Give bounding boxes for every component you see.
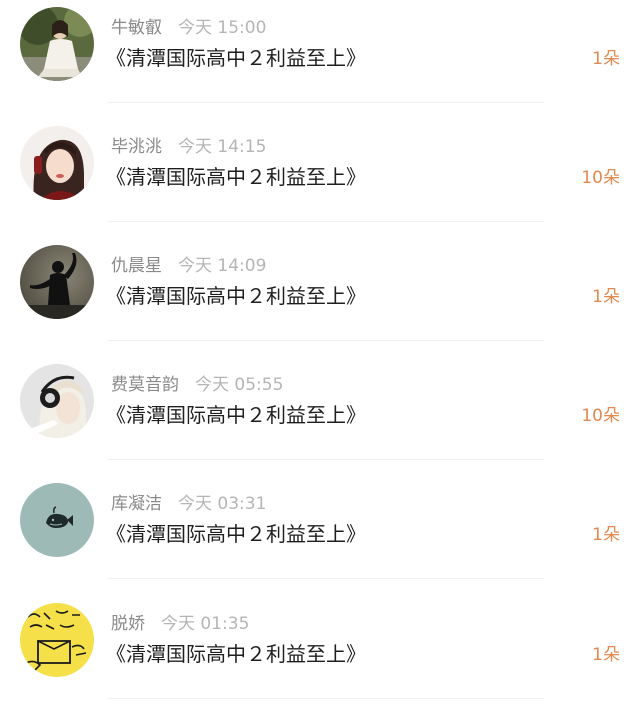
avatar-silhouette-dancer-icon[interactable] (20, 245, 94, 319)
timestamp: 今天 14:09 (178, 256, 267, 276)
gift-amount: 10朵 (581, 168, 620, 188)
book-title[interactable]: 《清潭国际高中２利益至上》 (106, 520, 366, 548)
divider (108, 459, 544, 460)
gift-amount: 1朵 (592, 287, 620, 307)
gift-record-list: 牛敏叡 今天 15:00 《清潭国际高中２利益至上》 1朵 毕洮洮 今天 14:15… (0, 0, 640, 715)
timestamp: 今天 05:55 (195, 375, 284, 395)
user-name[interactable]: 脱娇 (111, 614, 145, 634)
divider (108, 578, 544, 579)
avatar-woman-selfie-icon[interactable] (20, 126, 94, 200)
gift-amount: 1朵 (592, 49, 620, 69)
book-title[interactable]: 《清潭国际高中２利益至上》 (106, 44, 366, 72)
divider (108, 221, 544, 222)
avatar-headphones-girl-icon[interactable] (20, 364, 94, 438)
user-name[interactable]: 毕洮洮 (111, 137, 162, 157)
divider (108, 102, 544, 103)
book-title[interactable]: 《清潭国际高中２利益至上》 (106, 163, 366, 191)
avatar-whale-teal-icon[interactable] (20, 483, 94, 557)
list-item[interactable]: 牛敏叡 今天 15:00 《清潭国际高中２利益至上》 1朵 (0, 0, 640, 119)
timestamp: 今天 01:35 (161, 614, 250, 634)
user-name[interactable]: 仇晨星 (111, 256, 162, 276)
item-meta: 仇晨星 今天 14:09 (111, 254, 266, 278)
item-meta: 毕洮洮 今天 14:15 (111, 135, 266, 159)
item-meta: 库凝洁 今天 03:31 (111, 492, 266, 516)
user-name[interactable]: 库凝洁 (111, 494, 162, 514)
item-meta: 费莫音韵 今天 05:55 (111, 373, 283, 397)
item-meta: 牛敏叡 今天 15:00 (111, 16, 266, 40)
gift-amount: 1朵 (592, 645, 620, 665)
book-title[interactable]: 《清潭国际高中２利益至上》 (106, 401, 366, 429)
list-item[interactable]: 毕洮洮 今天 14:15 《清潭国际高中２利益至上》 10朵 (0, 119, 640, 238)
book-title[interactable]: 《清潭国际高中２利益至上》 (106, 640, 366, 668)
gift-amount: 10朵 (581, 406, 620, 426)
list-item[interactable]: 脱娇 今天 01:35 《清潭国际高中２利益至上》 1朵 (0, 596, 640, 715)
user-name[interactable]: 费莫音韵 (111, 375, 179, 395)
timestamp: 今天 15:00 (178, 18, 267, 38)
timestamp: 今天 03:31 (178, 494, 267, 514)
user-name[interactable]: 牛敏叡 (111, 18, 162, 38)
list-item[interactable]: 仇晨星 今天 14:09 《清潭国际高中２利益至上》 1朵 (0, 238, 640, 357)
divider (108, 698, 544, 699)
divider (108, 340, 544, 341)
list-item[interactable]: 费莫音韵 今天 05:55 《清潭国际高中２利益至上》 10朵 (0, 357, 640, 476)
book-title[interactable]: 《清潭国际高中２利益至上》 (106, 282, 366, 310)
gift-amount: 1朵 (592, 525, 620, 545)
list-item[interactable]: 库凝洁 今天 03:31 《清潭国际高中２利益至上》 1朵 (0, 476, 640, 595)
timestamp: 今天 14:15 (178, 137, 267, 157)
item-meta: 脱娇 今天 01:35 (111, 612, 249, 636)
avatar-yellow-doodle-icon[interactable] (20, 603, 94, 677)
avatar-woman-outdoor-icon[interactable] (20, 7, 94, 81)
